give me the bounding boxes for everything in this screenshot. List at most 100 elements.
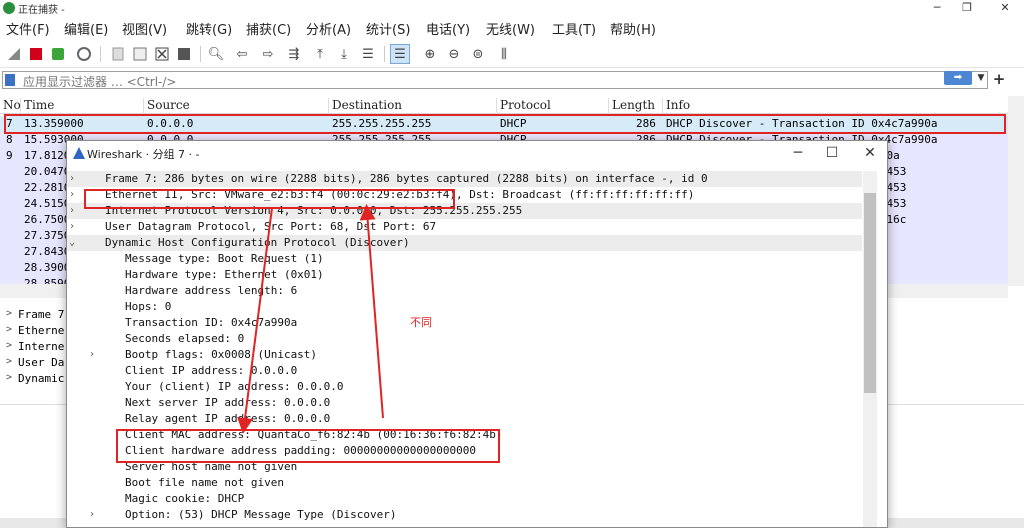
tree-node[interactable]: ⌄ Dynamic Host Configuration Protocol (Di… bbox=[67, 235, 862, 251]
menu-wireless[interactable]: 无线(W) bbox=[486, 19, 535, 38]
menu-view[interactable]: 视图(V) bbox=[122, 19, 167, 38]
colorize-icon[interactable]: ☰ bbox=[390, 44, 410, 64]
cell-time: 22.2810 bbox=[24, 181, 71, 194]
tree-node[interactable]: Next server IP address: 0.0.0.0 bbox=[67, 395, 862, 411]
expand-right-icon[interactable]: › bbox=[69, 205, 75, 216]
column-no[interactable]: No bbox=[0, 98, 21, 114]
detail-udp[interactable]: > User Da bbox=[6, 356, 64, 372]
expand-right-icon[interactable]: › bbox=[69, 173, 75, 184]
autoscroll-icon[interactable]: ☰ bbox=[358, 44, 378, 64]
go-forward-icon[interactable]: ⇨ bbox=[258, 44, 278, 64]
window-title: 正在捕获 - bbox=[18, 5, 65, 16]
close-file-icon[interactable] bbox=[152, 44, 172, 64]
menu-file[interactable]: 文件(F) bbox=[6, 19, 50, 38]
go-first-icon[interactable]: ⤒ bbox=[310, 44, 330, 64]
go-back-icon[interactable]: ⇦ bbox=[232, 44, 252, 64]
menu-statistics[interactable]: 统计(S) bbox=[366, 19, 410, 38]
dialog-close-button[interactable]: ✕ bbox=[855, 143, 885, 163]
tree-node[interactable]: › Frame 7: 286 bytes on wire (2288 bits),… bbox=[67, 171, 862, 187]
menu-telephony[interactable]: 电话(Y) bbox=[426, 19, 470, 38]
cell-time: 27.3750 bbox=[24, 229, 71, 242]
save-file-icon[interactable] bbox=[130, 44, 150, 64]
detail-frame[interactable]: > Frame 7 bbox=[6, 308, 64, 324]
reload-file-icon[interactable] bbox=[174, 44, 194, 64]
tree-node-label: User Datagram Protocol, Src Port: 68, Ds… bbox=[105, 220, 437, 233]
zoom-reset-icon[interactable]: ⊜ bbox=[468, 44, 488, 64]
expand-right-icon[interactable]: › bbox=[89, 349, 95, 360]
column-destination[interactable]: Destination bbox=[328, 98, 402, 114]
start-capture-icon[interactable] bbox=[4, 44, 24, 64]
filter-placeholder: 应用显示过滤器 … <Ctrl-/> bbox=[23, 75, 177, 89]
tree-node[interactable]: Magic cookie: DHCP bbox=[67, 491, 862, 507]
tree-node-label: Client IP address: 0.0.0.0 bbox=[125, 364, 298, 377]
zoom-out-icon[interactable]: ⊖ bbox=[444, 44, 464, 64]
tree-node[interactable]: › Bootp flags: 0x0008 (Unicast) bbox=[67, 347, 862, 363]
menu-edit[interactable]: 编辑(E) bbox=[64, 19, 108, 38]
packet-list-header: No Time Source Destination Protocol Leng… bbox=[0, 96, 1008, 114]
tree-node[interactable]: Message type: Boot Request (1) bbox=[67, 251, 862, 267]
highlight-box-selected-row bbox=[4, 114, 1006, 134]
tree-node[interactable]: Hardware type: Ethernet (0x01) bbox=[67, 267, 862, 283]
expand-right-icon[interactable]: › bbox=[69, 221, 75, 232]
dialog-title: Wireshark · 分组 7 · - bbox=[87, 148, 200, 161]
tree-node-label: Hardware type: Ethernet (0x01) bbox=[125, 268, 324, 281]
detail-ethernet[interactable]: > Etherne bbox=[6, 324, 64, 340]
cell-time: 27.8430 bbox=[24, 245, 71, 258]
tree-node[interactable]: Relay agent IP address: 0.0.0.0 bbox=[67, 411, 862, 427]
dialog-maximize-button[interactable]: ☐ bbox=[817, 143, 847, 163]
tree-node[interactable]: Your (client) IP address: 0.0.0.0 bbox=[67, 379, 862, 395]
tree-node[interactable]: Seconds elapsed: 0 bbox=[67, 331, 862, 347]
dialog-scrollbar-thumb[interactable] bbox=[864, 193, 876, 393]
apply-filter-button[interactable]: ➡ bbox=[944, 71, 972, 85]
tree-node-label: Transaction ID: 0x4c7a990a bbox=[125, 316, 298, 329]
tree-node[interactable]: Client IP address: 0.0.0.0 bbox=[67, 363, 862, 379]
tree-node[interactable]: Transaction ID: 0x4c7a990a bbox=[67, 315, 862, 331]
menu-go[interactable]: 跳转(G) bbox=[186, 19, 232, 38]
expand-down-icon[interactable]: ⌄ bbox=[69, 237, 75, 248]
column-info[interactable]: Info bbox=[662, 98, 690, 114]
bookmark-icon[interactable] bbox=[5, 74, 15, 86]
maximize-button[interactable]: ❐ bbox=[950, 0, 984, 16]
detail-ip[interactable]: > Interne bbox=[6, 340, 64, 356]
expand-right-icon[interactable]: › bbox=[89, 509, 95, 520]
packet-list-scrollbar[interactable] bbox=[1008, 96, 1024, 286]
minimize-button[interactable]: ─ bbox=[920, 0, 954, 16]
column-time[interactable]: Time bbox=[20, 98, 54, 114]
cell-no: 9 bbox=[6, 149, 13, 162]
go-last-icon[interactable]: ⤓ bbox=[334, 44, 354, 64]
menu-help[interactable]: 帮助(H) bbox=[610, 19, 656, 38]
column-length[interactable]: Length bbox=[608, 98, 655, 114]
cell-no: 8 bbox=[6, 133, 13, 146]
menu-capture[interactable]: 捕获(C) bbox=[246, 19, 291, 38]
filter-dropdown-icon[interactable]: ▼ bbox=[975, 71, 987, 85]
tree-node[interactable]: Hardware address length: 6 bbox=[67, 283, 862, 299]
stop-capture-icon[interactable] bbox=[26, 44, 46, 64]
restart-capture-icon[interactable] bbox=[48, 44, 68, 64]
add-filter-button[interactable]: + bbox=[992, 71, 1006, 87]
capture-options-icon[interactable] bbox=[74, 44, 94, 64]
close-button[interactable]: ✕ bbox=[988, 0, 1022, 16]
tree-node-label: Hops: 0 bbox=[125, 300, 172, 313]
tree-node-label: Boot file name not given bbox=[125, 476, 284, 489]
tree-node-label: Bootp flags: 0x0008 (Unicast) bbox=[125, 348, 318, 361]
cell-time: 28.3900 bbox=[24, 261, 71, 274]
expand-right-icon[interactable]: › bbox=[69, 189, 75, 200]
resize-columns-icon[interactable]: ⫼ bbox=[494, 44, 514, 64]
find-packet-icon[interactable]: 🔍︎ bbox=[206, 44, 226, 64]
tree-node[interactable]: Boot file name not given bbox=[67, 475, 862, 491]
detail-dhcp[interactable]: > Dynamic bbox=[6, 372, 64, 388]
dialog-minimize-button[interactable]: ─ bbox=[783, 143, 813, 163]
tree-node[interactable]: › User Datagram Protocol, Src Port: 68, D… bbox=[67, 219, 862, 235]
highlight-box-ethernet-src bbox=[84, 189, 455, 209]
dialog-title-bar: Wireshark · 分组 7 · - ─ ☐ ✕ bbox=[67, 141, 887, 165]
column-source[interactable]: Source bbox=[143, 98, 190, 114]
open-file-icon[interactable] bbox=[108, 44, 128, 64]
menu-analyze[interactable]: 分析(A) bbox=[306, 19, 351, 38]
tree-node[interactable]: › Option: (53) DHCP Message Type (Discove… bbox=[67, 507, 862, 523]
zoom-in-icon[interactable]: ⊕ bbox=[420, 44, 440, 64]
go-to-packet-icon[interactable]: ⇶ bbox=[284, 44, 304, 64]
tree-node[interactable]: Hops: 0 bbox=[67, 299, 862, 315]
menu-tools[interactable]: 工具(T) bbox=[552, 19, 596, 38]
column-protocol[interactable]: Protocol bbox=[496, 98, 551, 114]
display-filter-input[interactable]: 应用显示过滤器 … <Ctrl-/> bbox=[2, 71, 988, 89]
